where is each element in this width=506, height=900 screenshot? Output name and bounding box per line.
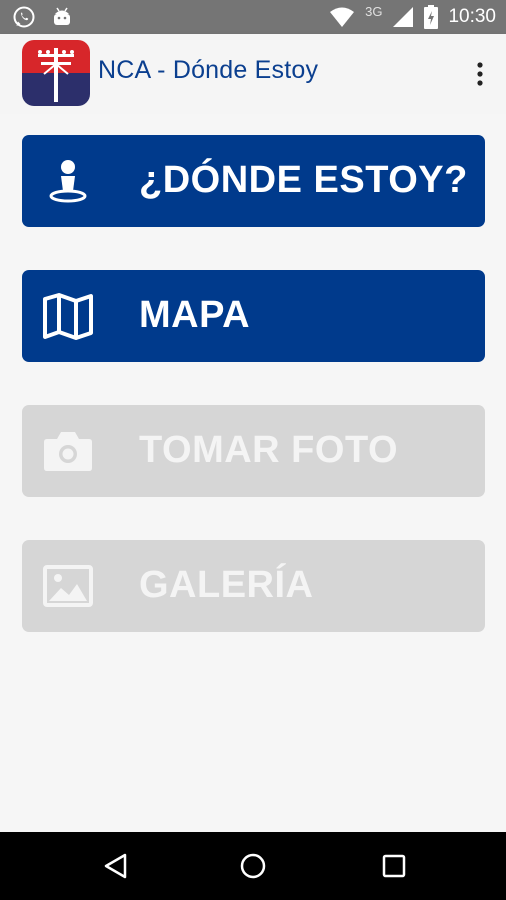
mapa-button[interactable]: MAPA — [22, 270, 485, 362]
recents-icon[interactable] — [379, 851, 409, 881]
status-system: 3G 10:30 — [329, 3, 496, 31]
home-icon[interactable] — [238, 851, 268, 881]
main-menu: ¿DÓNDE ESTOY? MAPA TOMAR FOTO GALERÍA — [0, 114, 506, 832]
galeria-label: GALERÍA — [139, 564, 314, 606]
donde-estoy-button[interactable]: ¿DÓNDE ESTOY? — [22, 135, 485, 227]
navigation-bar — [0, 832, 506, 900]
wifi-icon — [330, 7, 355, 27]
more-vert-icon[interactable] — [474, 60, 486, 88]
status-time: 10:30 — [448, 6, 496, 27]
map-icon — [43, 293, 93, 340]
camera-icon — [44, 432, 92, 471]
signal-icon — [393, 7, 414, 27]
app-title: NCA - Dónde Estoy — [98, 56, 319, 84]
image-icon — [43, 565, 93, 607]
donde-estoy-label: ¿DÓNDE ESTOY? — [139, 159, 468, 201]
android-icon — [54, 7, 70, 25]
status-bar: 3G 10:30 — [0, 0, 506, 34]
tomar-foto-button[interactable]: TOMAR FOTO — [22, 405, 485, 497]
status-notifications — [12, 5, 74, 29]
network-type: 3G — [365, 3, 383, 19]
mapa-label: MAPA — [139, 294, 251, 336]
back-icon[interactable] — [100, 851, 130, 881]
galeria-button[interactable]: GALERÍA — [22, 540, 485, 632]
battery-icon — [424, 5, 439, 29]
tomar-foto-label: TOMAR FOTO — [139, 429, 399, 471]
person-pin-icon — [49, 160, 87, 203]
whatsapp-icon — [13, 6, 35, 28]
utility-pole-logo — [22, 40, 90, 106]
app-bar: NCA - Dónde Estoy — [0, 34, 506, 114]
